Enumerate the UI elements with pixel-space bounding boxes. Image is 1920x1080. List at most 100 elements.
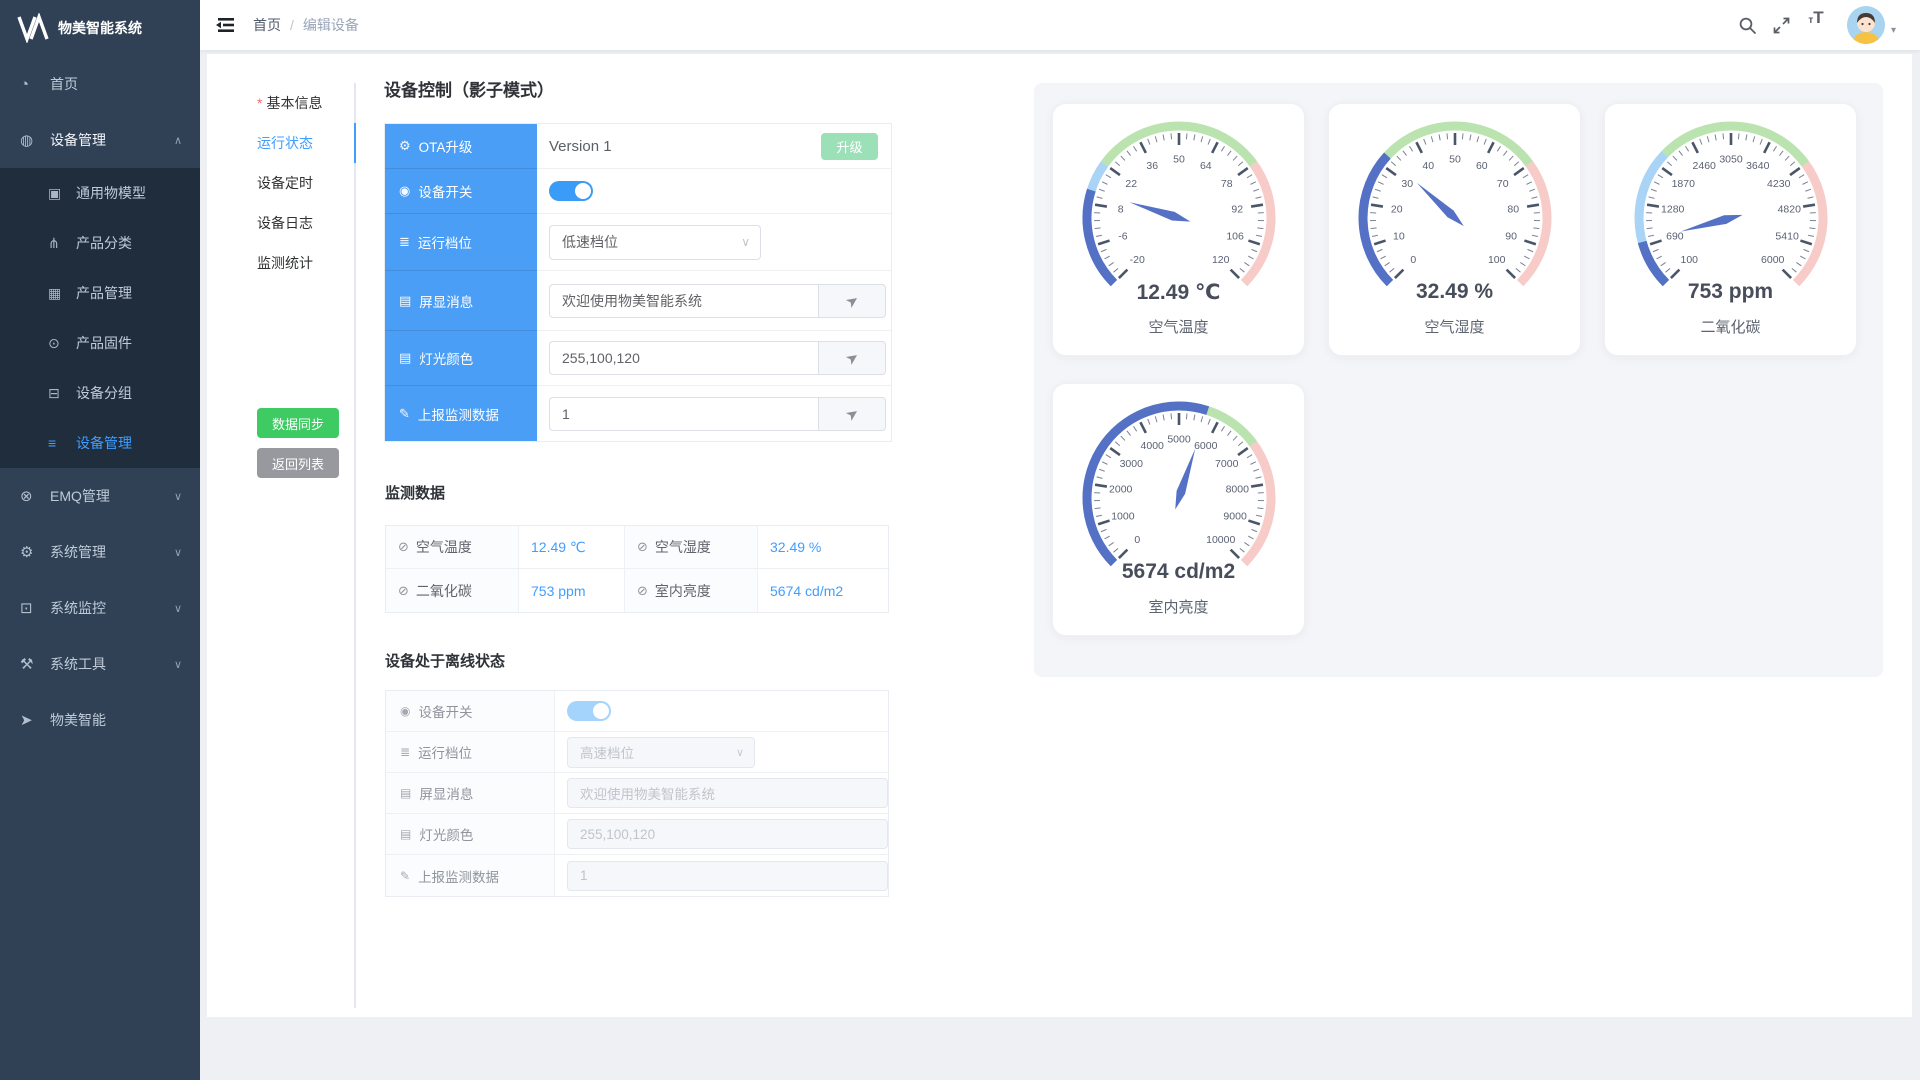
sidebar-item-wumei-smart[interactable]: ➤ 物美智能 (0, 692, 200, 748)
app-title: 物美智能系统 (58, 18, 142, 38)
send-report-button[interactable]: ➤ (818, 397, 886, 431)
sidebar-item-device-group[interactable]: ⊟ 设备分组 (0, 368, 200, 418)
fullscreen-icon[interactable] (1765, 8, 1799, 42)
gauge-value-co2: 753 ppm (1605, 280, 1856, 304)
svg-text:50: 50 (1449, 154, 1461, 166)
svg-text:7000: 7000 (1215, 458, 1239, 470)
tab-device-log[interactable]: 设备日志 (257, 203, 353, 243)
svg-text:6000: 6000 (1194, 440, 1218, 452)
svg-text:8000: 8000 (1226, 483, 1250, 495)
sidebar-item-device-list[interactable]: ≡ 设备管理 (0, 418, 200, 468)
tools-icon: ⚒ (20, 655, 44, 673)
tab-monitor-stats[interactable]: 监测统计 (257, 243, 353, 283)
sidebar-item-thing-model[interactable]: ▣ 通用物模型 (0, 168, 200, 218)
device-switch-toggle[interactable] (549, 181, 593, 201)
svg-text:4230: 4230 (1767, 178, 1791, 190)
send-message-button[interactable]: ➤ (818, 284, 886, 318)
send-color-button[interactable]: ➤ (818, 341, 886, 375)
monitor-value-co2: 753 ppm (519, 569, 625, 612)
sidebar-item-product-category[interactable]: ⋔ 产品分类 (0, 218, 200, 268)
gauge-title-co2: 二氧化碳 (1605, 316, 1856, 337)
sidebar-item-emq[interactable]: ⊗ EMQ管理 ∨ (0, 468, 200, 524)
sidebar-item-system-tools[interactable]: ⚒ 系统工具 ∨ (0, 636, 200, 692)
monitor-label-co2: ⊘ 二氧化碳 (386, 569, 519, 612)
svg-text:0: 0 (1134, 534, 1140, 546)
switch-icon: ◉ (399, 183, 410, 199)
svg-text:10: 10 (1393, 231, 1405, 243)
tab-basic-info[interactable]: * 基本信息 (257, 83, 353, 123)
app-logo[interactable]: 物美智能系统 (0, 0, 200, 56)
search-icon[interactable] (1731, 8, 1765, 42)
offline-report-row: ✎ 上报监测数据 1 (386, 855, 888, 896)
gear-icon: ⚙ (20, 543, 44, 561)
sidebar-item-home[interactable]: ◔ 首页 (0, 56, 200, 112)
monitor-data-table: ⊘ 空气温度 12.49 ℃ ⊘ 空气湿度 32.49 % ⊘ 二氧化碳 753… (385, 525, 889, 613)
device-control-title: 设备控制（影子模式） (384, 76, 554, 101)
monitor-data-title: 监测数据 (385, 482, 445, 503)
monitor-value-humidity: 32.49 % (758, 526, 890, 569)
gear-level-select[interactable]: 低速档位 ∨ (549, 225, 761, 260)
svg-text:1870: 1870 (1672, 178, 1696, 190)
svg-text:40: 40 (1422, 160, 1434, 172)
svg-text:8: 8 (1118, 203, 1124, 215)
font-size-icon[interactable]: т T (1799, 8, 1833, 42)
data-sync-button[interactable]: 数据同步 (257, 408, 339, 438)
document-icon: ▤ (399, 293, 411, 309)
sidebar-item-product-firmware[interactable]: ⊙ 产品固件 (0, 318, 200, 368)
monitor-value-temperature: 12.49 ℃ (519, 526, 625, 569)
top-header: 首页 / 编辑设备 т T (200, 0, 1920, 50)
offline-status-title: 设备处于离线状态 (385, 650, 505, 671)
device-management-icon: ◍ (20, 131, 44, 149)
firmware-icon: ⚙ (399, 138, 411, 154)
offline-message-input: 欢迎使用物美智能系统 (567, 778, 888, 808)
offline-switch-row: ◉ 设备开关 (386, 691, 888, 732)
chevron-down-icon: ∨ (174, 490, 182, 503)
svg-text:70: 70 (1497, 178, 1509, 190)
offline-message-label: ▤ 屏显消息 (386, 773, 555, 813)
main-content: * 基本信息 运行状态 设备定时 设备日志 监测统计 数据同步 返回列表 设备控… (207, 54, 1912, 1017)
gauge-title-air-humidity: 空气湿度 (1329, 316, 1580, 337)
svg-text:9000: 9000 (1223, 511, 1247, 523)
paper-plane-icon: ➤ (20, 711, 44, 729)
svg-text:30: 30 (1401, 178, 1413, 190)
sidebar-item-product-management[interactable]: ▦ 产品管理 (0, 268, 200, 318)
tabs-divider (354, 83, 356, 1008)
sidebar-item-system-management[interactable]: ⚙ 系统管理 ∨ (0, 524, 200, 580)
report-data-input[interactable] (549, 397, 818, 431)
offline-message-row: ▤ 屏显消息 欢迎使用物美智能系统 (386, 773, 888, 814)
logo-icon (16, 13, 50, 43)
screen-message-input[interactable] (549, 284, 818, 318)
tab-running-status[interactable]: 运行状态 (257, 123, 353, 163)
offline-gear-label: ≣ 运行档位 (386, 732, 555, 772)
tab-device-timer[interactable]: 设备定时 (257, 163, 353, 203)
gauge-needle (1417, 183, 1464, 226)
breadcrumb-current: 编辑设备 (303, 15, 359, 35)
svg-text:60: 60 (1476, 160, 1488, 172)
breadcrumb-home[interactable]: 首页 (253, 15, 281, 35)
upgrade-button[interactable]: 升级 (821, 133, 878, 160)
user-avatar[interactable]: ▾ (1847, 6, 1896, 44)
send-icon: ➤ (842, 403, 863, 425)
document-icon: ▤ (400, 786, 411, 800)
back-to-list-button[interactable]: 返回列表 (257, 448, 339, 478)
list-icon: ≣ (399, 234, 410, 250)
sidebar: 物美智能系统 ◔ 首页 ◍ 设备管理 ∧ ▣ 通用物模型 ⋔ 产品分类 ▦ 产品… (0, 0, 200, 1080)
svg-text:5000: 5000 (1167, 434, 1191, 446)
thing-model-icon: ▣ (48, 185, 72, 202)
light-color-input[interactable] (549, 341, 818, 375)
offline-gear-select: 高速档位 ∨ (567, 737, 755, 768)
sidebar-item-system-monitor[interactable]: ⊡ 系统监控 ∨ (0, 580, 200, 636)
offline-color-label: ▤ 灯光颜色 (386, 814, 555, 854)
offline-gear-row: ≣ 运行档位 高速档位 ∨ (386, 732, 888, 773)
offline-color-input: 255,100,120 (567, 819, 888, 849)
ota-row: ⚙ OTA升级 Version 1 升级 (385, 124, 891, 169)
sidebar-item-device-management[interactable]: ◍ 设备管理 ∧ (0, 112, 200, 168)
sidebar-collapse-icon[interactable] (215, 16, 235, 34)
gauge-panel: -20-6822365064789210612012.49 ℃空气温度01020… (1034, 83, 1883, 677)
svg-text:36: 36 (1146, 160, 1158, 172)
svg-text:3050: 3050 (1719, 154, 1743, 166)
svg-text:64: 64 (1200, 160, 1212, 172)
svg-text:92: 92 (1231, 203, 1243, 215)
device-management-submenu: ▣ 通用物模型 ⋔ 产品分类 ▦ 产品管理 ⊙ 产品固件 ⊟ 设备分组 ≡ 设备… (0, 168, 200, 468)
svg-text:4000: 4000 (1141, 440, 1165, 452)
